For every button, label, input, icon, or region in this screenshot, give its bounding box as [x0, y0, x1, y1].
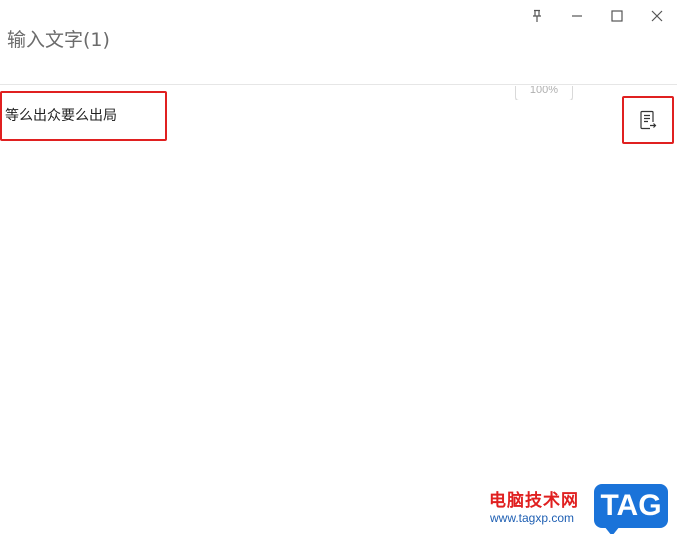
site-watermark: 电脑技术网 www.tagxp.com TAG	[489, 484, 677, 534]
maximize-button[interactable]	[597, 0, 637, 32]
export-document-icon	[640, 110, 657, 130]
window-title: 输入文字(1)	[7, 29, 110, 51]
minimize-button[interactable]	[557, 0, 597, 32]
header-divider	[0, 84, 677, 85]
pin-button[interactable]	[517, 0, 557, 32]
minimize-icon	[572, 15, 582, 17]
close-button[interactable]	[637, 0, 677, 32]
pin-icon	[533, 9, 541, 22]
watermark-tag-badge: TAG	[594, 484, 668, 534]
window-controls	[517, 0, 677, 32]
zoom-indicator: 100%	[515, 86, 573, 100]
watermark-site-name: 电脑技术网	[489, 491, 579, 511]
ocr-result-window: 输入文字(1) 100% 等么出众要么出局 电脑技术网 www.tagxp.co…	[0, 0, 677, 534]
export-text-button[interactable]	[622, 96, 674, 144]
close-icon	[651, 10, 663, 22]
recognized-text[interactable]: 等么出众要么出局	[5, 107, 117, 125]
zoom-label: 100%	[515, 86, 573, 100]
maximize-icon	[611, 10, 623, 22]
watermark-url: www.tagxp.com	[490, 511, 575, 525]
